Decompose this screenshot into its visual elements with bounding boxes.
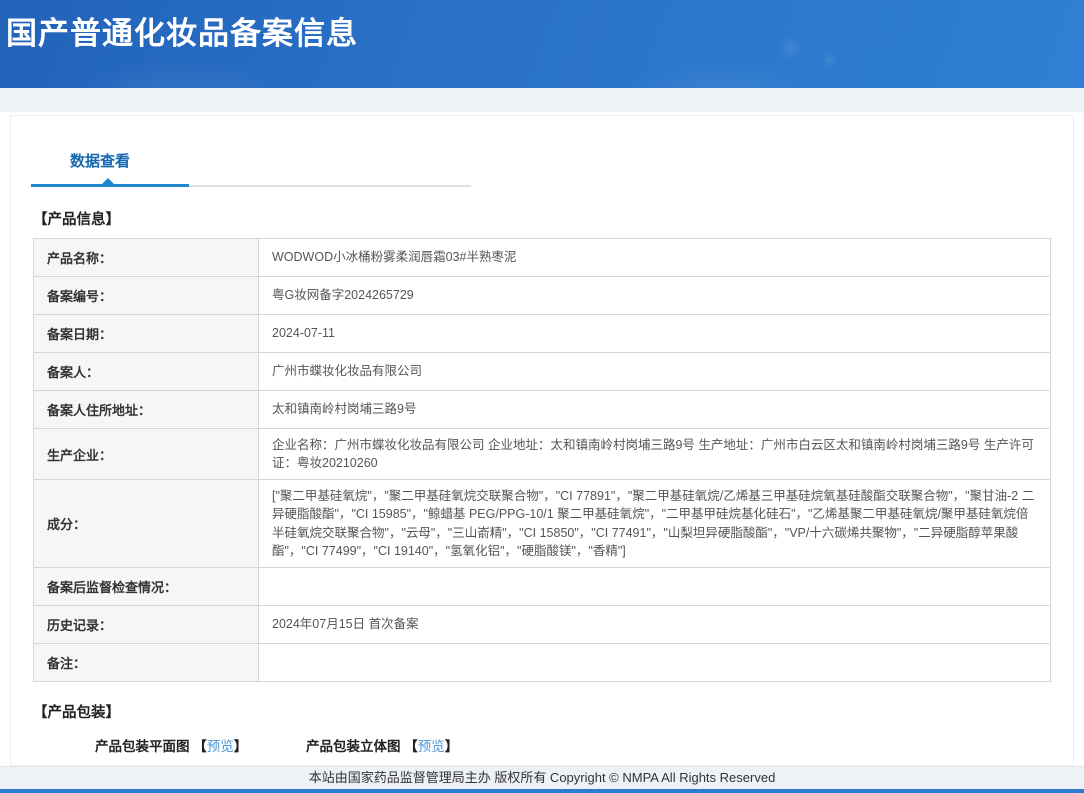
tab-active-triangle-icon	[101, 178, 115, 185]
table-row: 备案编号： 粤G妆网备字2024265729	[33, 276, 1051, 315]
packaging-stereo-preview-link[interactable]: 预览	[418, 739, 445, 754]
product-info-table: 产品名称： WODWOD小冰桶粉雾柔润唇霜03#半熟枣泥 备案编号： 粤G妆网备…	[33, 238, 1051, 682]
bracket-open: 【	[404, 738, 418, 754]
row-label-registrant: 备案人：	[33, 352, 259, 391]
row-label-remarks: 备注：	[33, 642, 259, 682]
table-row: 产品名称： WODWOD小冰桶粉雾柔润唇霜03#半熟枣泥	[33, 238, 1051, 277]
row-label-registrant-address: 备案人住所地址：	[33, 390, 259, 429]
packaging-stereo-group: 产品包装立体图 【预览】	[306, 735, 458, 755]
row-label-manufacturer: 生产企业：	[33, 427, 259, 481]
row-value-registrant: 广州市蝶妆化妆品有限公司	[258, 352, 1051, 391]
row-label-ingredients: 成分：	[33, 479, 259, 568]
row-value-product-name: WODWOD小冰桶粉雾柔润唇霜03#半熟枣泥	[258, 238, 1051, 277]
row-label-supervision-check: 备案后监督检查情况：	[33, 566, 259, 606]
packaging-line: 产品包装平面图 【预览】 产品包装立体图 【预览】	[95, 735, 1051, 755]
table-row: 备案日期： 2024-07-11	[33, 314, 1051, 353]
row-value-manufacturer: 企业名称：广州市蝶妆化妆品有限公司 企业地址：太和镇南岭村岗埔三路9号 生产地址…	[258, 427, 1051, 481]
row-value-registrant-address: 太和镇南岭村岗埔三路9号	[258, 390, 1051, 429]
row-value-registration-date: 2024-07-11	[258, 314, 1051, 353]
table-row: 生产企业： 企业名称：广州市蝶妆化妆品有限公司 企业地址：太和镇南岭村岗埔三路9…	[33, 427, 1051, 481]
table-row: 历史记录： 2024年07月15日 首次备案	[33, 604, 1051, 644]
bracket-close: 】	[233, 738, 248, 754]
packaging-flat-group: 产品包装平面图 【预览】	[95, 735, 247, 755]
row-value-supervision-check	[258, 566, 1051, 606]
row-label-registration-date: 备案日期：	[33, 314, 259, 353]
row-value-history: 2024年07月15日 首次备案	[258, 604, 1051, 644]
row-label-registration-number: 备案编号：	[33, 276, 259, 315]
section-packaging-title: 【产品包装】	[33, 704, 120, 721]
tab-underline-rest	[189, 184, 471, 187]
tab-active-indicator	[31, 178, 189, 187]
table-row: 备案人： 广州市蝶妆化妆品有限公司	[33, 352, 1051, 391]
packaging-flat-label: 产品包装平面图	[95, 738, 190, 754]
packaging-flat-preview-link[interactable]: 预览	[207, 739, 234, 754]
main-area: 数据查看 【产品信息】 产品名称： WODWOD小冰桶粉雾柔润唇霜03#半熟枣泥	[0, 112, 1084, 766]
packaging-stereo-label: 产品包装立体图	[306, 738, 401, 754]
bracket-open: 【	[193, 738, 207, 754]
row-value-registration-number: 粤G妆网备字2024265729	[258, 276, 1051, 315]
bracket-close: 】	[444, 738, 459, 754]
footer: 本站由国家药品监督管理局主办 版权所有 Copyright © NMPA All…	[0, 766, 1084, 789]
row-label-product-name: 产品名称：	[33, 238, 259, 277]
tab-underline	[31, 178, 471, 187]
row-value-remarks	[258, 642, 1051, 682]
page-title: 国产普通化妆品备案信息	[6, 16, 358, 51]
table-row: 备注：	[33, 642, 1051, 682]
tab-data-view[interactable]: 数据查看	[70, 150, 130, 184]
footer-copyright: 本站由国家药品监督管理局主办 版权所有 Copyright © NMPA All…	[308, 770, 776, 785]
row-value-ingredients: ["聚二甲基硅氧烷"，"聚二甲基硅氧烷交联聚合物"，"CI 77891"，"聚二…	[258, 479, 1051, 568]
header-sub-band	[0, 88, 1084, 112]
tab-bar: 数据查看	[11, 150, 1073, 187]
page-header: 国产普通化妆品备案信息	[0, 0, 1084, 88]
table-row: 成分： ["聚二甲基硅氧烷"，"聚二甲基硅氧烷交联聚合物"，"CI 77891"…	[33, 479, 1051, 568]
section-product-info-title: 【产品信息】	[33, 212, 120, 228]
footer-blue-bar	[0, 789, 1084, 793]
content-body: 【产品信息】 产品名称： WODWOD小冰桶粉雾柔润唇霜03#半熟枣泥 备案编号…	[11, 208, 1073, 765]
row-label-history: 历史记录：	[33, 604, 259, 644]
content-card: 数据查看 【产品信息】 产品名称： WODWOD小冰桶粉雾柔润唇霜03#半熟枣泥	[10, 115, 1074, 766]
table-row: 备案人住所地址： 太和镇南岭村岗埔三路9号	[33, 390, 1051, 429]
table-row: 备案后监督检查情况：	[33, 566, 1051, 606]
